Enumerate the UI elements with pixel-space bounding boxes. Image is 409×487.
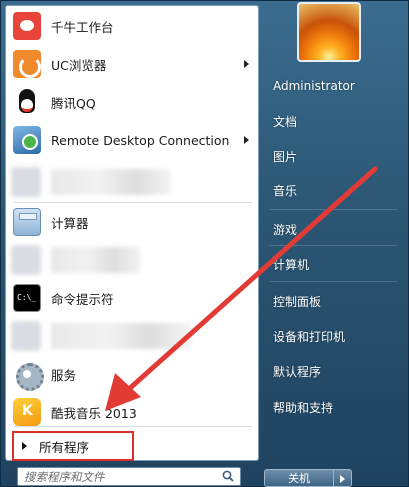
program-label: 计算器 xyxy=(51,215,89,231)
right-item-user[interactable]: Administrator xyxy=(265,72,405,100)
program-label: 服务 xyxy=(51,367,77,383)
program-label: 酷我音乐 2013 xyxy=(51,405,137,421)
right-divider xyxy=(269,281,397,282)
program-item-redacted[interactable] xyxy=(9,318,255,354)
redacted-icon xyxy=(11,321,41,351)
program-item-command-prompt[interactable]: 命令提示符 xyxy=(9,280,255,316)
shutdown-button[interactable]: 关机 xyxy=(264,469,334,487)
services-gear-icon xyxy=(13,360,44,391)
right-item-games[interactable]: 游戏 xyxy=(265,215,405,243)
pinned-divider xyxy=(14,202,252,203)
command-prompt-icon xyxy=(13,284,41,312)
all-programs-label: 所有程序 xyxy=(39,439,90,455)
right-item-control-panel[interactable]: 控制面板 xyxy=(265,287,405,315)
right-item-devices-printers[interactable]: 设备和打印机 xyxy=(265,322,405,350)
all-programs-divider xyxy=(14,426,252,427)
redacted-label xyxy=(51,169,171,195)
calculator-icon xyxy=(13,208,41,236)
program-label: 千牛工作台 xyxy=(51,19,114,35)
qq-penguin-icon xyxy=(13,88,41,116)
qianniu-icon xyxy=(13,12,41,40)
program-label: 命令提示符 xyxy=(51,291,114,307)
program-item-calculator[interactable]: 计算器 xyxy=(9,204,255,240)
program-label: UC浏览器 xyxy=(51,57,107,73)
right-item-documents[interactable]: 文档 xyxy=(265,107,405,135)
magnifier-icon[interactable] xyxy=(222,470,234,482)
program-label: 腾讯QQ xyxy=(51,95,96,111)
search-input[interactable] xyxy=(18,468,218,485)
kuwo-music-icon xyxy=(13,398,41,426)
start-menu: 千牛工作台 UC浏览器 腾讯QQ Remote Desktop Connecti… xyxy=(0,0,409,487)
right-item-computer[interactable]: 计算机 xyxy=(265,250,405,278)
program-item-uc-browser[interactable]: UC浏览器 xyxy=(9,46,255,82)
program-item-redacted[interactable] xyxy=(9,242,255,278)
program-item-redacted[interactable] xyxy=(9,164,255,200)
triangle-right-icon xyxy=(22,442,27,450)
all-programs-button[interactable]: 所有程序 xyxy=(12,431,134,461)
program-item-kuwo[interactable]: 酷我音乐 2013 xyxy=(9,394,255,430)
right-divider xyxy=(269,245,397,246)
submenu-arrow-icon[interactable] xyxy=(244,136,249,144)
search-box[interactable] xyxy=(17,467,241,486)
right-item-default-programs[interactable]: 默认程序 xyxy=(265,357,405,385)
redacted-icon xyxy=(11,167,41,197)
redacted-label xyxy=(51,247,141,273)
right-divider xyxy=(269,209,397,210)
program-item-services[interactable]: 服务 xyxy=(9,356,255,392)
remote-desktop-icon xyxy=(13,126,41,154)
program-label: Remote Desktop Connection xyxy=(51,132,230,148)
program-item-qq[interactable]: 腾讯QQ xyxy=(9,84,255,120)
redacted-label xyxy=(51,323,191,349)
program-item-remote-desktop[interactable]: Remote Desktop Connection xyxy=(9,122,255,158)
program-item-qianniu[interactable]: 千牛工作台 xyxy=(9,8,255,44)
programs-pane: 千牛工作台 UC浏览器 腾讯QQ Remote Desktop Connecti… xyxy=(5,5,259,461)
right-item-music[interactable]: 音乐 xyxy=(265,176,405,204)
redacted-icon xyxy=(11,245,41,275)
right-item-pictures[interactable]: 图片 xyxy=(265,142,405,170)
user-picture[interactable] xyxy=(297,2,361,62)
shutdown-options-arrow[interactable] xyxy=(334,469,352,487)
right-item-help-support[interactable]: 帮助和支持 xyxy=(265,393,405,421)
uc-browser-icon xyxy=(13,50,41,78)
submenu-arrow-icon[interactable] xyxy=(244,60,249,68)
